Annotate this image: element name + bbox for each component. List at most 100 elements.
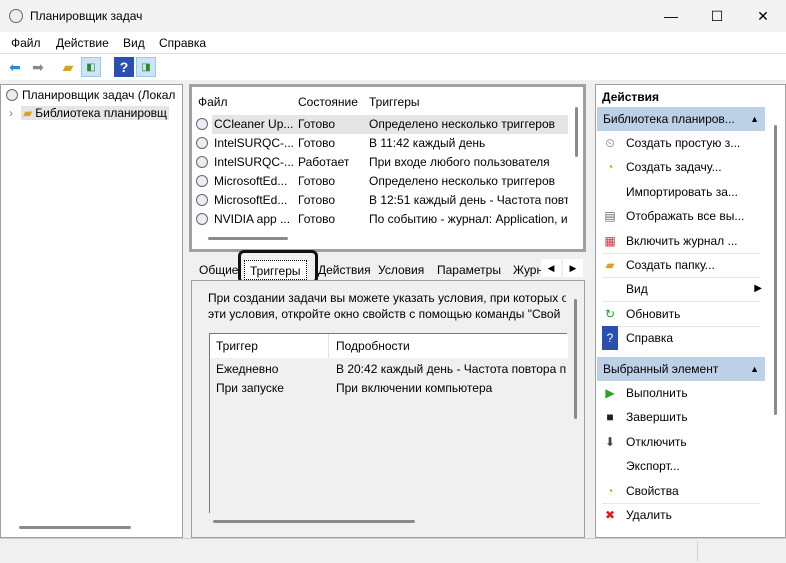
action-item[interactable]: ✖ Удалить <box>602 503 762 527</box>
action-item[interactable]: ▤ Отображать все вы... <box>602 204 762 228</box>
highlight-annotation <box>238 250 318 284</box>
clock-icon <box>196 156 208 168</box>
trigger-details[interactable]: При включении компьютера <box>336 379 566 398</box>
trigger-type[interactable]: Ежедневно <box>216 360 278 379</box>
task-trigger: Определено несколько триггеров <box>369 117 556 131</box>
maximize-button[interactable]: ☐ <box>694 0 740 32</box>
submenu-arrow-icon: ▶ <box>754 283 762 295</box>
action-label: Импортировать за... <box>626 184 738 199</box>
forward-arrow-icon[interactable]: ➡ <box>28 57 48 77</box>
task-state: Готово <box>298 193 336 207</box>
vertical-scrollbar[interactable] <box>574 299 577 419</box>
action-item[interactable]: ↻ Обновить <box>602 302 762 326</box>
col-trigger[interactable]: Триггер <box>216 337 258 356</box>
trigger-type[interactable]: При запуске <box>216 379 284 398</box>
action-item[interactable]: ? Справка <box>602 326 762 351</box>
window-title: Планировщик задач <box>30 9 143 23</box>
tab-scroll-right-icon[interactable]: ▶ <box>563 259 583 277</box>
action-icon: ↻ <box>604 306 616 321</box>
horizontal-scrollbar[interactable] <box>213 520 415 523</box>
action-item[interactable]: Вид ▶ <box>602 277 762 301</box>
col-file[interactable]: Файл <box>198 93 228 112</box>
action-label: Завершить <box>626 410 688 425</box>
action-item[interactable]: ◔ Свойства <box>602 479 762 503</box>
action-item[interactable]: ▰ Создать папку... <box>602 253 762 277</box>
horizontal-scrollbar[interactable] <box>208 237 288 240</box>
task-state: Работает <box>298 155 350 169</box>
task-name: NVIDIA app ... <box>214 212 291 226</box>
menu-view[interactable]: Вид <box>123 36 145 50</box>
action-icon: ? <box>602 326 618 351</box>
section-library[interactable]: Библиотека планиров... ▲ <box>597 107 765 131</box>
action-item[interactable]: Экспорт... <box>602 454 762 478</box>
details-text-2: эти условия, откройте окно свойств с пом… <box>208 307 561 321</box>
action-label: Обновить <box>626 306 681 321</box>
clock-icon <box>196 194 208 206</box>
action-icon: ⏲ <box>605 136 615 150</box>
clock-icon <box>196 213 208 225</box>
col-state[interactable]: Состояние <box>298 93 358 112</box>
tree-library[interactable]: › ▰ Библиотека планировщ <box>9 104 181 123</box>
trigger-details[interactable]: В 20:42 каждый день - Частота повтора по <box>336 360 566 379</box>
action-item[interactable]: ▶ Выполнить <box>602 381 762 405</box>
menu-action[interactable]: Действие <box>56 36 109 50</box>
vertical-scrollbar[interactable] <box>774 125 777 415</box>
collapse-icon[interactable]: ▲ <box>750 107 759 131</box>
show-tree-icon[interactable]: ◧ <box>81 57 101 77</box>
tree-pane: Планировщик задач (Локал › ▰ Библиотека пл… <box>0 84 183 538</box>
action-icon: ▶ <box>605 386 615 400</box>
action-label: Создать задачу... <box>626 160 722 175</box>
action-label: Выполнить <box>626 386 688 400</box>
horizontal-scrollbar[interactable] <box>19 526 131 529</box>
action-icon: ▤ <box>604 209 616 224</box>
menu-bar: Файл Действие Вид Справка <box>0 32 786 54</box>
action-icon: ▦ <box>604 233 616 248</box>
folder-icon: ▰ <box>23 106 33 120</box>
help-icon[interactable]: ? <box>114 57 134 77</box>
vertical-scrollbar[interactable] <box>575 107 578 157</box>
action-item[interactable]: ▦ Включить журнал ... <box>602 229 762 253</box>
actions-title: Действия <box>602 90 660 104</box>
action-item[interactable]: ◔ Создать задачу... <box>602 155 762 179</box>
up-folder-icon[interactable]: ▰ <box>58 57 78 77</box>
col-triggers[interactable]: Триггеры <box>369 93 420 112</box>
tab-0[interactable]: Общие <box>194 260 243 280</box>
close-button[interactable]: ✕ <box>740 0 786 32</box>
tree-root-label: Планировщик задач (Локал <box>22 88 176 102</box>
task-trigger: В 11:42 каждый день <box>369 136 486 150</box>
action-label: Отображать все вы... <box>626 209 745 224</box>
action-item[interactable]: ⏲ Создать простую з... <box>602 131 762 155</box>
action-label: Вид <box>626 282 648 297</box>
tab-scroll-left-icon[interactable]: ◀ <box>541 259 561 277</box>
task-name: IntelSURQC-... <box>214 136 295 150</box>
action-icon: ■ <box>606 410 614 425</box>
col-details[interactable]: Подробности <box>336 337 410 356</box>
task-state: Готово <box>298 117 336 131</box>
clock-icon <box>196 118 208 130</box>
action-label: Создать простую з... <box>626 136 741 150</box>
tab-2[interactable]: Действия <box>313 260 376 280</box>
action-label: Отключить <box>626 434 687 449</box>
menu-help[interactable]: Справка <box>159 36 206 50</box>
action-item[interactable]: ■ Завершить <box>602 405 762 429</box>
clock-icon <box>196 137 208 149</box>
tab-4[interactable]: Параметры <box>432 260 506 280</box>
task-trigger: При входе любого пользователя <box>369 155 550 169</box>
back-arrow-icon[interactable]: ⬅ <box>5 57 25 77</box>
section-selected[interactable]: Выбранный элемент ▲ <box>597 357 765 381</box>
details-pane: При создании задачи вы можете указать ус… <box>191 280 585 538</box>
action-item[interactable]: Импортировать за... <box>602 180 762 204</box>
task-list: Файл Состояние Триггеры CCleaner Up... Г… <box>189 84 586 252</box>
tree-root[interactable]: Планировщик задач (Локал <box>6 86 175 105</box>
task-name: MicrosoftEd... <box>214 174 288 188</box>
action-item[interactable]: ⬇ Отключить <box>602 430 762 454</box>
minimize-button[interactable]: — <box>648 0 694 32</box>
action-label: Удалить <box>626 508 672 522</box>
menu-file[interactable]: Файл <box>11 36 41 50</box>
section-library-label: Библиотека планиров... <box>603 112 735 126</box>
task-state: Готово <box>298 212 336 226</box>
tab-3[interactable]: Условия <box>373 260 429 280</box>
collapse-icon[interactable]: ▲ <box>750 357 759 381</box>
show-actions-icon[interactable]: ◨ <box>136 57 156 77</box>
task-name: MicrosoftEd... <box>214 193 288 207</box>
